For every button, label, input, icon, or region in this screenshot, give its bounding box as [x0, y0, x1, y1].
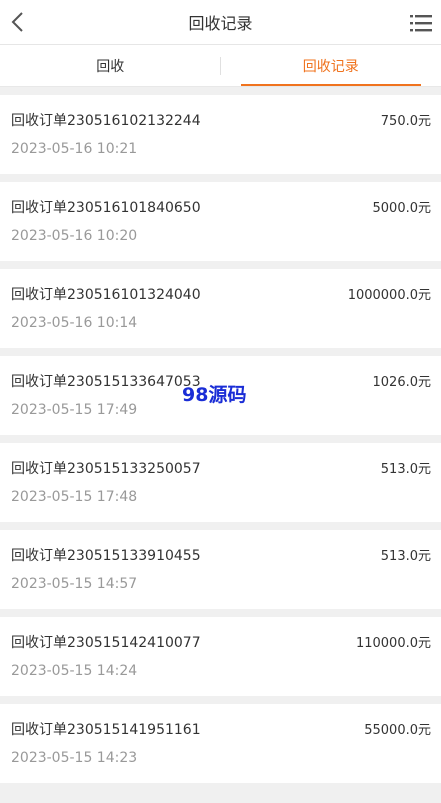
- order-amount: 1026.0元: [372, 375, 432, 390]
- order-number: 回收订单230515133910455: [11, 548, 201, 564]
- list-item[interactable]: 回收订单230516102132244 750.0元 2023-05-16 10…: [0, 95, 441, 174]
- order-number: 回收订单230516102132244: [11, 113, 201, 129]
- tab-recycle[interactable]: 回收: [0, 45, 221, 86]
- order-number: 回收订单230515142410077: [11, 635, 201, 651]
- order-time: 2023-05-16 10:20: [11, 228, 138, 244]
- list-item[interactable]: 回收订单230516101840650 5000.0元 2023-05-16 1…: [0, 182, 441, 261]
- order-time: 2023-05-15 14:24: [11, 663, 138, 679]
- order-amount: 1000000.0元: [347, 288, 431, 303]
- order-amount: 55000.0元: [364, 723, 431, 738]
- watermark: 98源码: [182, 384, 247, 406]
- order-number: 回收订单230515133250057: [11, 461, 201, 477]
- order-number: 回收订单230516101324040: [11, 287, 201, 303]
- order-number: 回收订单230516101840650: [11, 200, 201, 216]
- order-amount: 5000.0元: [372, 201, 432, 216]
- order-time: 2023-05-15 17:49: [11, 402, 138, 418]
- list-item[interactable]: 回收订单230515141951161 55000.0元 2023-05-15 …: [0, 704, 441, 783]
- order-number: 回收订单230515133647053: [11, 374, 201, 390]
- order-amount: 513.0元: [380, 549, 431, 564]
- list-item[interactable]: 回收订单230515133250057 513.0元 2023-05-15 17…: [0, 443, 441, 522]
- order-time: 2023-05-15 14:57: [11, 576, 138, 592]
- order-time: 2023-05-15 14:23: [11, 750, 138, 766]
- list-menu-icon[interactable]: [409, 12, 433, 34]
- order-amount: 513.0元: [380, 462, 431, 477]
- list-item[interactable]: 回收订单230515142410077 110000.0元 2023-05-15…: [0, 617, 441, 696]
- list-item[interactable]: 回收订单230515133910455 513.0元 2023-05-15 14…: [0, 530, 441, 609]
- order-amount: 750.0元: [380, 114, 431, 129]
- order-amount: 110000.0元: [355, 636, 431, 651]
- tab-bar: 回收 回收记录: [0, 45, 441, 87]
- records-list: 回收订单230516102132244 750.0元 2023-05-16 10…: [0, 87, 441, 783]
- tab-recycle-records[interactable]: 回收记录: [221, 45, 441, 86]
- list-item[interactable]: 回收订单230516101324040 1000000.0元 2023-05-1…: [0, 269, 441, 348]
- order-time: 2023-05-16 10:21: [11, 141, 138, 157]
- app-header: 回收记录: [0, 0, 441, 45]
- order-time: 2023-05-15 17:48: [11, 489, 138, 505]
- chevron-left-icon[interactable]: [8, 10, 28, 34]
- order-number: 回收订单230515141951161: [11, 722, 201, 738]
- order-time: 2023-05-16 10:14: [11, 315, 138, 331]
- page-title: 回收记录: [188, 14, 253, 33]
